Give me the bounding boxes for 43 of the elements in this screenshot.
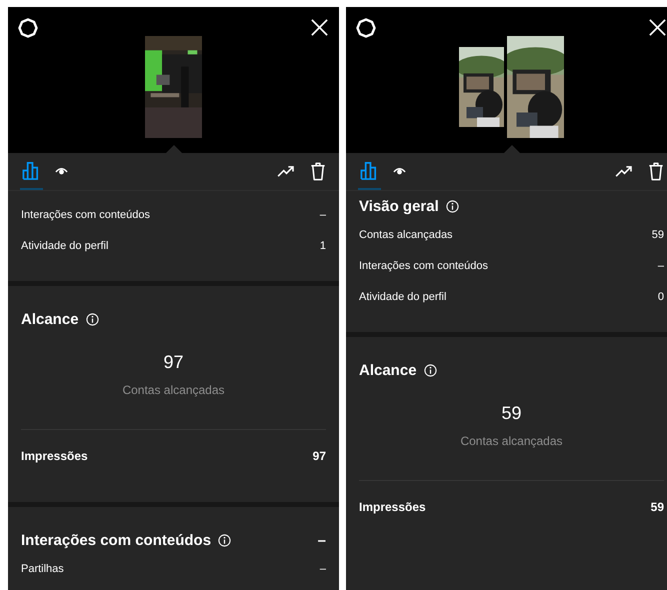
metric-value: – [320, 208, 326, 220]
settings-icon[interactable] [356, 18, 376, 38]
bar-chart-icon [22, 161, 41, 180]
section-value: – [318, 532, 326, 548]
info-icon[interactable] [424, 364, 437, 376]
metric-value: 0 [658, 290, 664, 302]
close-icon[interactable] [648, 18, 667, 37]
trash-icon[interactable] [648, 162, 664, 181]
close-icon[interactable] [310, 18, 329, 37]
metric-value: – [320, 562, 326, 574]
reach-count: 97 [162, 352, 185, 373]
metric-value: 1 [320, 240, 326, 252]
pointer-notch [166, 145, 182, 153]
metric-value: 59 [650, 500, 664, 514]
metric-label: Atividade do perfil [21, 240, 108, 252]
metric-label: Impressões [359, 500, 426, 514]
reach-count: 59 [500, 403, 523, 424]
metric-label: Impressões [21, 449, 88, 463]
pointer-notch [504, 145, 520, 153]
info-icon[interactable] [218, 534, 232, 546]
metric-label: Interações com conteúdos [21, 208, 150, 220]
eye-icon [393, 166, 406, 176]
metric-value: 97 [312, 449, 326, 463]
metric-value: 59 [652, 228, 664, 240]
trash-icon[interactable] [310, 162, 326, 181]
bar-chart-icon [360, 161, 379, 180]
metric-label: Contas alcançadas [359, 228, 453, 240]
metric-label: Interações com conteúdos [359, 260, 488, 272]
section-title: Alcance [21, 310, 79, 328]
metric-label: Atividade do perfil [359, 290, 446, 302]
metric-value: – [658, 260, 664, 272]
section-title: Visão geral [359, 198, 439, 214]
reach-caption: Contas alcançadas [121, 383, 226, 397]
eye-icon [55, 166, 68, 176]
info-icon[interactable] [446, 200, 459, 212]
section-title: Interações com conteúdos [21, 532, 212, 548]
reach-caption: Contas alcançadas [459, 434, 564, 448]
info-icon[interactable] [86, 312, 99, 326]
trending-up-icon[interactable] [277, 165, 296, 178]
settings-icon[interactable] [18, 18, 38, 38]
section-title: Alcance [359, 362, 417, 378]
metric-label: Partilhas [21, 562, 64, 574]
trending-up-icon[interactable] [615, 165, 634, 178]
